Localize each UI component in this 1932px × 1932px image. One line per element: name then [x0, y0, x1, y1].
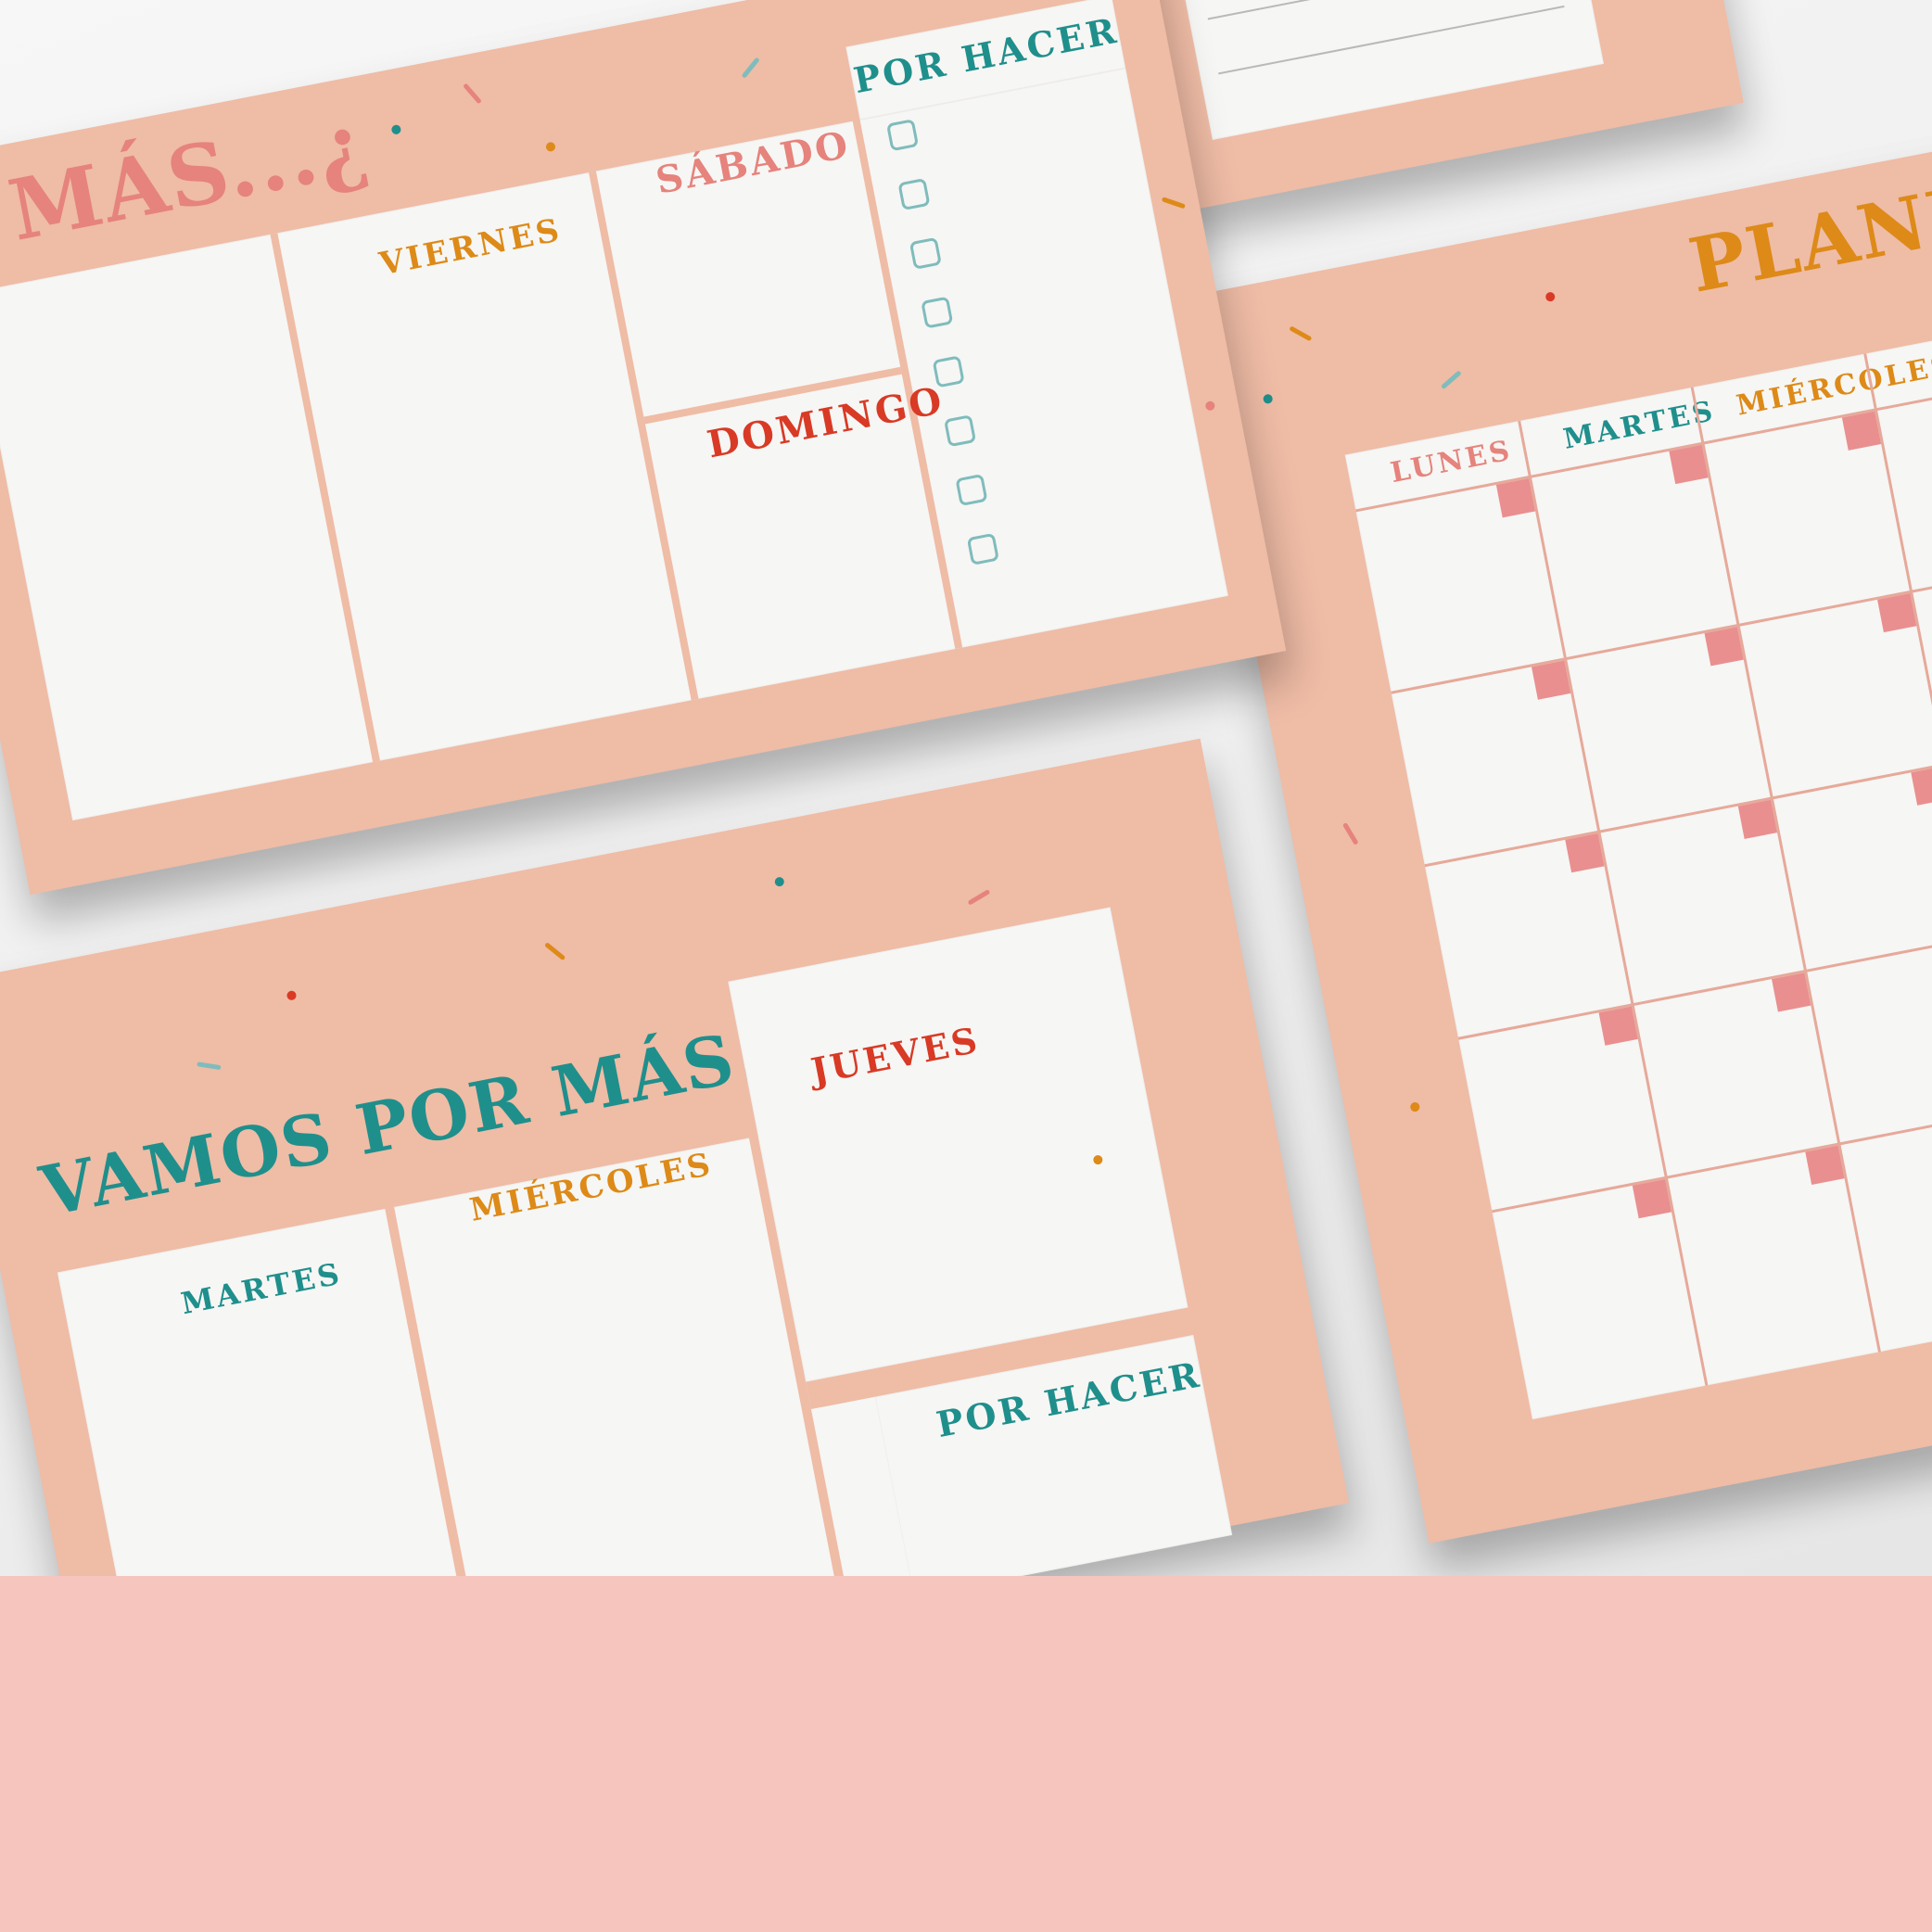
checkbox[interactable] [897, 177, 931, 211]
date-square [1877, 592, 1917, 633]
grid-col [1863, 353, 1932, 1319]
checkbox[interactable] [885, 119, 920, 152]
confetti [1409, 1101, 1421, 1112]
date-square [1495, 478, 1536, 518]
notes-panel [1168, 0, 1604, 140]
confetti [1262, 393, 1274, 405]
confetti [545, 141, 556, 153]
confetti [286, 989, 298, 1001]
month-grid: LUNES MARTES MIÉRCOLES [1344, 320, 1932, 1420]
date-square [1632, 1179, 1672, 1219]
date-square [1772, 972, 1811, 1012]
day-label-miercoles: MIÉRCOLES [1734, 348, 1932, 423]
date-square [1737, 799, 1778, 839]
grid-row [1391, 556, 1932, 694]
checkbox[interactable] [966, 532, 999, 566]
checkbox[interactable] [921, 296, 954, 329]
jueves-panel [728, 907, 1188, 1382]
date-square [1805, 1145, 1845, 1185]
confetti [543, 942, 566, 961]
footer-band [0, 1576, 1932, 1932]
confetti [390, 123, 402, 135]
date-square [1841, 411, 1882, 451]
confetti [741, 57, 760, 79]
date-square [1704, 627, 1744, 667]
confetti [1161, 197, 1186, 210]
bottom-planner-sheet: VAMOS POR MÁS... MARTES MIÉRCOLES JUEVES… [0, 738, 1349, 1576]
confetti [1440, 370, 1462, 390]
grid-row [1457, 902, 1932, 1040]
date-square [1565, 833, 1605, 873]
checkbox[interactable] [909, 236, 942, 270]
grid-col [1690, 387, 1881, 1353]
confetti [1289, 325, 1313, 342]
grid-col [1518, 420, 1709, 1386]
confetti [1204, 400, 1216, 412]
note-line [1218, 5, 1565, 75]
confetti [967, 889, 991, 906]
confetti [197, 1061, 222, 1071]
checkbox[interactable] [955, 473, 988, 507]
confetti [463, 83, 482, 105]
confetti [1544, 291, 1557, 303]
date-square [1532, 660, 1571, 700]
date-square [1598, 1006, 1638, 1046]
checkbox[interactable] [932, 355, 965, 388]
grid-row [1492, 1075, 1932, 1214]
confetti [773, 876, 785, 887]
date-square [1911, 766, 1932, 806]
grid-row [1424, 730, 1932, 868]
monthly-title: PLANI [1682, 171, 1932, 310]
date-square [1669, 444, 1709, 485]
photo-scene: PLANI LUNES MARTES MIÉRCOLES MÁS...¿ VIE… [0, 0, 1932, 1576]
confetti [1341, 821, 1359, 845]
checkbox[interactable] [943, 414, 977, 448]
